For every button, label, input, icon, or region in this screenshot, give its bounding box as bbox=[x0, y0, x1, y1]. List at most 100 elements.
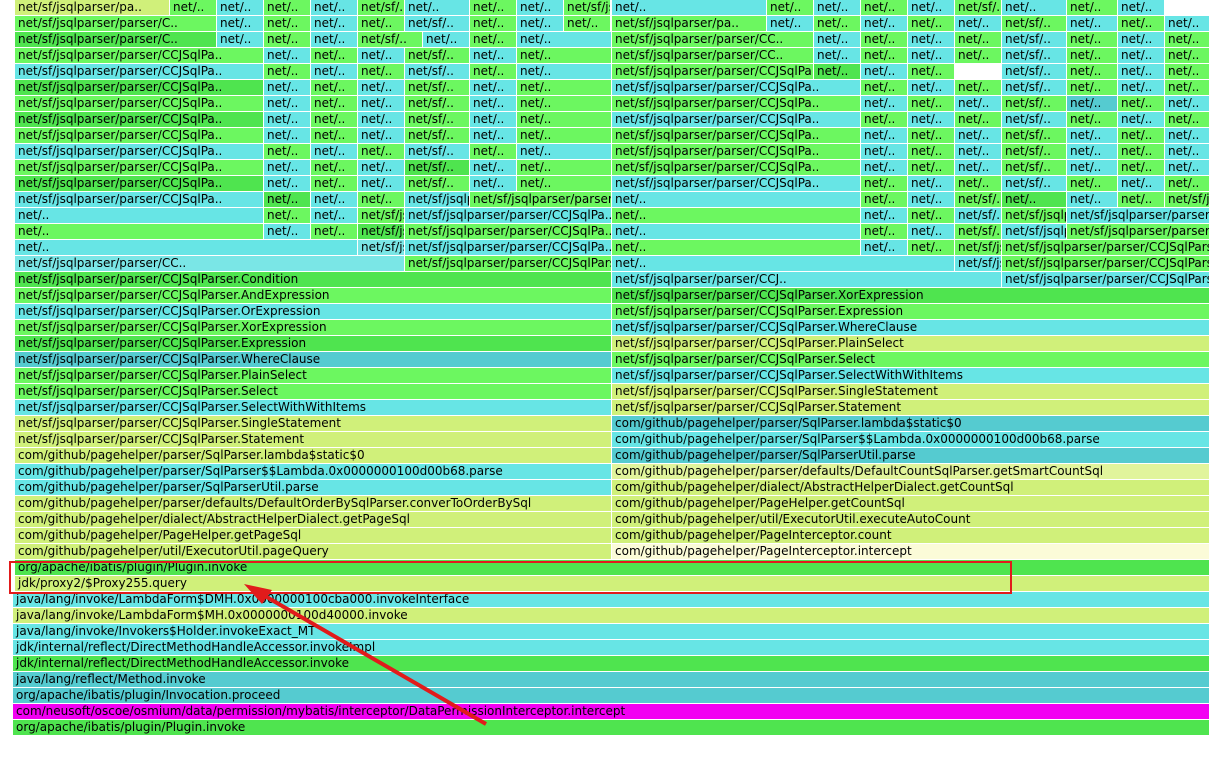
stack-frame[interactable]: net/.. bbox=[470, 176, 517, 192]
stack-frame[interactable]: net/sf/jsqlparser/parser/CCJSqlPa.. bbox=[612, 144, 861, 160]
stack-frame[interactable]: net/sf/.. bbox=[1002, 112, 1067, 128]
stack-frame[interactable]: net/.. bbox=[311, 64, 358, 80]
stack-frame[interactable]: net/.. bbox=[612, 0, 767, 16]
stack-frame[interactable]: net/.. bbox=[1165, 160, 1210, 176]
stack-frame[interactable]: net/sf/jsqlparser/parser/CCJSqlParser.Pl… bbox=[612, 336, 1210, 352]
stack-frame[interactable]: net/sf/jsqlparser/parser/CCJSqlPa.. bbox=[15, 128, 264, 144]
stack-frame[interactable]: net/sf/.. bbox=[405, 48, 470, 64]
stack-frame[interactable]: net/.. bbox=[470, 144, 517, 160]
stack-frame[interactable]: net/.. bbox=[908, 32, 955, 48]
stack-frame[interactable]: com/github/pagehelper/parser/SqlParser$$… bbox=[15, 464, 612, 480]
stack-frame[interactable]: net/.. bbox=[908, 224, 955, 240]
stack-frame[interactable]: net/.. bbox=[264, 112, 311, 128]
stack-frame[interactable]: net/.. bbox=[955, 144, 1002, 160]
stack-frame[interactable]: net/.. bbox=[1118, 48, 1165, 64]
stack-frame[interactable]: net/.. bbox=[861, 240, 908, 256]
stack-frame[interactable]: net/.. bbox=[358, 16, 405, 32]
stack-frame[interactable]: net/.. bbox=[517, 112, 612, 128]
stack-frame[interactable]: com/github/pagehelper/PageHelper.getPage… bbox=[15, 528, 612, 544]
stack-frame[interactable]: net/.. bbox=[1067, 32, 1118, 48]
stack-frame[interactable]: net/.. bbox=[1118, 16, 1165, 32]
stack-frame[interactable]: net/sf/jsqlparser/parser/CCJSqlParser.Xo… bbox=[15, 320, 612, 336]
stack-frame[interactable]: net/.. bbox=[955, 16, 1002, 32]
stack-frame[interactable]: net/.. bbox=[1067, 16, 1118, 32]
stack-frame[interactable]: net/sf/.. bbox=[405, 64, 470, 80]
stack-frame[interactable]: net/sf/jsqlparser/parser/CCJSqlParser.Ex… bbox=[612, 304, 1210, 320]
stack-frame[interactable]: net/sf/jsqlparser/parser/CCJSqlParser.St… bbox=[612, 400, 1210, 416]
stack-frame[interactable]: net/sf/jsqlparser/parser/CCJSqlParser.Se… bbox=[15, 400, 612, 416]
stack-frame[interactable]: net/sf/.. bbox=[405, 144, 470, 160]
stack-frame[interactable]: net/sf/.. bbox=[1002, 176, 1067, 192]
stack-frame[interactable]: net/sf/jsqlparser/parser/CCJSqlParser.Si… bbox=[15, 416, 612, 432]
stack-frame[interactable]: net/.. bbox=[358, 128, 405, 144]
stack-frame[interactable]: net/sf/jsqlparser/parser/CCJSqlPa.. bbox=[470, 192, 612, 208]
stack-frame[interactable]: net/sf/jsqlparser/parser/CCJSqlParser.Xo… bbox=[612, 288, 1210, 304]
stack-frame[interactable]: net/.. bbox=[1165, 48, 1210, 64]
stack-frame[interactable]: net/.. bbox=[1165, 16, 1210, 32]
stack-frame[interactable]: net/.. bbox=[423, 32, 470, 48]
stack-frame[interactable]: net/.. bbox=[517, 48, 612, 64]
stack-frame[interactable]: net/sf/jsqlparser/parser/CCJSqlPa.. bbox=[612, 80, 861, 96]
stack-frame[interactable]: net/.. bbox=[264, 208, 311, 224]
stack-frame[interactable]: com/github/pagehelper/parser/defaults/De… bbox=[15, 496, 612, 512]
stack-frame[interactable]: com/github/pagehelper/parser/SqlParserUt… bbox=[15, 480, 612, 496]
stack-frame[interactable]: net/.. bbox=[1067, 0, 1118, 16]
stack-frame[interactable]: net/.. bbox=[814, 48, 861, 64]
stack-frame[interactable]: net/.. bbox=[517, 64, 612, 80]
stack-frame[interactable]: net/sf/jsqlparser/parser/C.. bbox=[15, 16, 217, 32]
stack-frame[interactable]: net/.. bbox=[1165, 144, 1210, 160]
stack-frame[interactable]: net/.. bbox=[311, 80, 358, 96]
stack-frame[interactable]: net/.. bbox=[470, 16, 517, 32]
stack-frame[interactable]: jdk/internal/reflect/DirectMethodHandleA… bbox=[13, 656, 1210, 672]
stack-frame[interactable]: net/.. bbox=[814, 64, 861, 80]
stack-frame[interactable]: net/.. bbox=[358, 192, 405, 208]
stack-frame[interactable]: net/.. bbox=[264, 48, 311, 64]
stack-frame[interactable]: net/sf/jsqlparser/parser/CCJSqlPa.. bbox=[15, 80, 264, 96]
stack-frame[interactable]: net/.. bbox=[264, 64, 311, 80]
stack-frame[interactable]: net/.. bbox=[358, 80, 405, 96]
stack-frame[interactable]: net/.. bbox=[517, 16, 564, 32]
stack-frame[interactable]: net/.. bbox=[1067, 128, 1118, 144]
stack-frame[interactable]: net/sf/jsqlparser/parser/CCJSqlPa.. bbox=[15, 192, 264, 208]
stack-frame[interactable]: net/.. bbox=[311, 32, 358, 48]
stack-frame[interactable]: net/sf/jsqlparser/parser/CCJSqlPa.. bbox=[15, 112, 264, 128]
stack-frame[interactable]: net/.. bbox=[264, 96, 311, 112]
stack-frame[interactable]: net/sf/.. bbox=[405, 80, 470, 96]
stack-frame[interactable]: net/.. bbox=[470, 64, 517, 80]
stack-frame[interactable]: net/sf/jsqlparser/parser/CCJSqlPa.. bbox=[15, 96, 264, 112]
stack-frame[interactable]: net/sf/jsqlparser/parser/CC.. bbox=[15, 256, 405, 272]
stack-frame[interactable]: net/sf/.. bbox=[955, 192, 1002, 208]
stack-frame[interactable]: net/sf/jsqlparser/parser/CCJSqlParser.Ex… bbox=[15, 336, 612, 352]
stack-frame[interactable]: net/sf/.. bbox=[1002, 128, 1067, 144]
stack-frame[interactable]: net/sf/.. bbox=[1002, 48, 1067, 64]
stack-frame[interactable]: net/sf/jsqlparser/parser/C.. bbox=[358, 208, 405, 224]
stack-frame[interactable]: net/.. bbox=[908, 240, 955, 256]
stack-frame[interactable]: net/.. bbox=[861, 128, 908, 144]
stack-frame[interactable]: net/.. bbox=[861, 80, 908, 96]
stack-frame[interactable]: net/.. bbox=[955, 176, 1002, 192]
stack-frame[interactable]: net/.. bbox=[311, 224, 358, 240]
stack-frame[interactable]: net/sf/jsqlparser/parser/CCJSqlParser.SQ… bbox=[1067, 224, 1210, 240]
stack-frame[interactable]: org/apache/ibatis/plugin/Plugin.invoke bbox=[13, 720, 1210, 736]
stack-frame[interactable]: net/.. bbox=[358, 160, 405, 176]
stack-frame[interactable]: net/.. bbox=[861, 64, 908, 80]
stack-frame[interactable]: net/sf/jsqlparser/parser/CC.. bbox=[612, 48, 814, 64]
stack-frame[interactable]: com/github/pagehelper/PageHelper.getCoun… bbox=[612, 496, 1210, 512]
stack-frame[interactable]: net/.. bbox=[861, 48, 908, 64]
stack-frame[interactable]: net/.. bbox=[955, 48, 1002, 64]
stack-frame[interactable]: net/.. bbox=[1165, 128, 1210, 144]
stack-frame[interactable]: net/sf/.. bbox=[1002, 16, 1067, 32]
stack-frame[interactable]: net/sf/jsqlparser/parser/CCJSqlParser.Pl… bbox=[15, 368, 612, 384]
stack-frame[interactable]: net/.. bbox=[908, 16, 955, 32]
stack-frame[interactable]: net/sf/jsqlparser/parser/CCJ.. bbox=[612, 272, 1002, 288]
stack-frame[interactable]: net/.. bbox=[767, 0, 814, 16]
stack-frame[interactable]: net/.. bbox=[15, 240, 358, 256]
stack-frame[interactable]: net/sf/jsqlparser/parser/CCJSqlParser.Se… bbox=[15, 384, 612, 400]
stack-frame[interactable]: net/.. bbox=[1165, 112, 1210, 128]
stack-frame[interactable]: com/neusoft/oscoe/osmium/data/permission… bbox=[13, 704, 1210, 720]
stack-frame[interactable]: net/.. bbox=[311, 160, 358, 176]
stack-frame[interactable]: net/sf/.. bbox=[955, 224, 1002, 240]
stack-frame[interactable]: net/.. bbox=[1067, 192, 1118, 208]
stack-frame[interactable]: com/github/pagehelper/parser/SqlParserUt… bbox=[612, 448, 1210, 464]
stack-frame[interactable]: net/sf/jsqlparser/parser/CCJSqlPa.. bbox=[15, 48, 264, 64]
